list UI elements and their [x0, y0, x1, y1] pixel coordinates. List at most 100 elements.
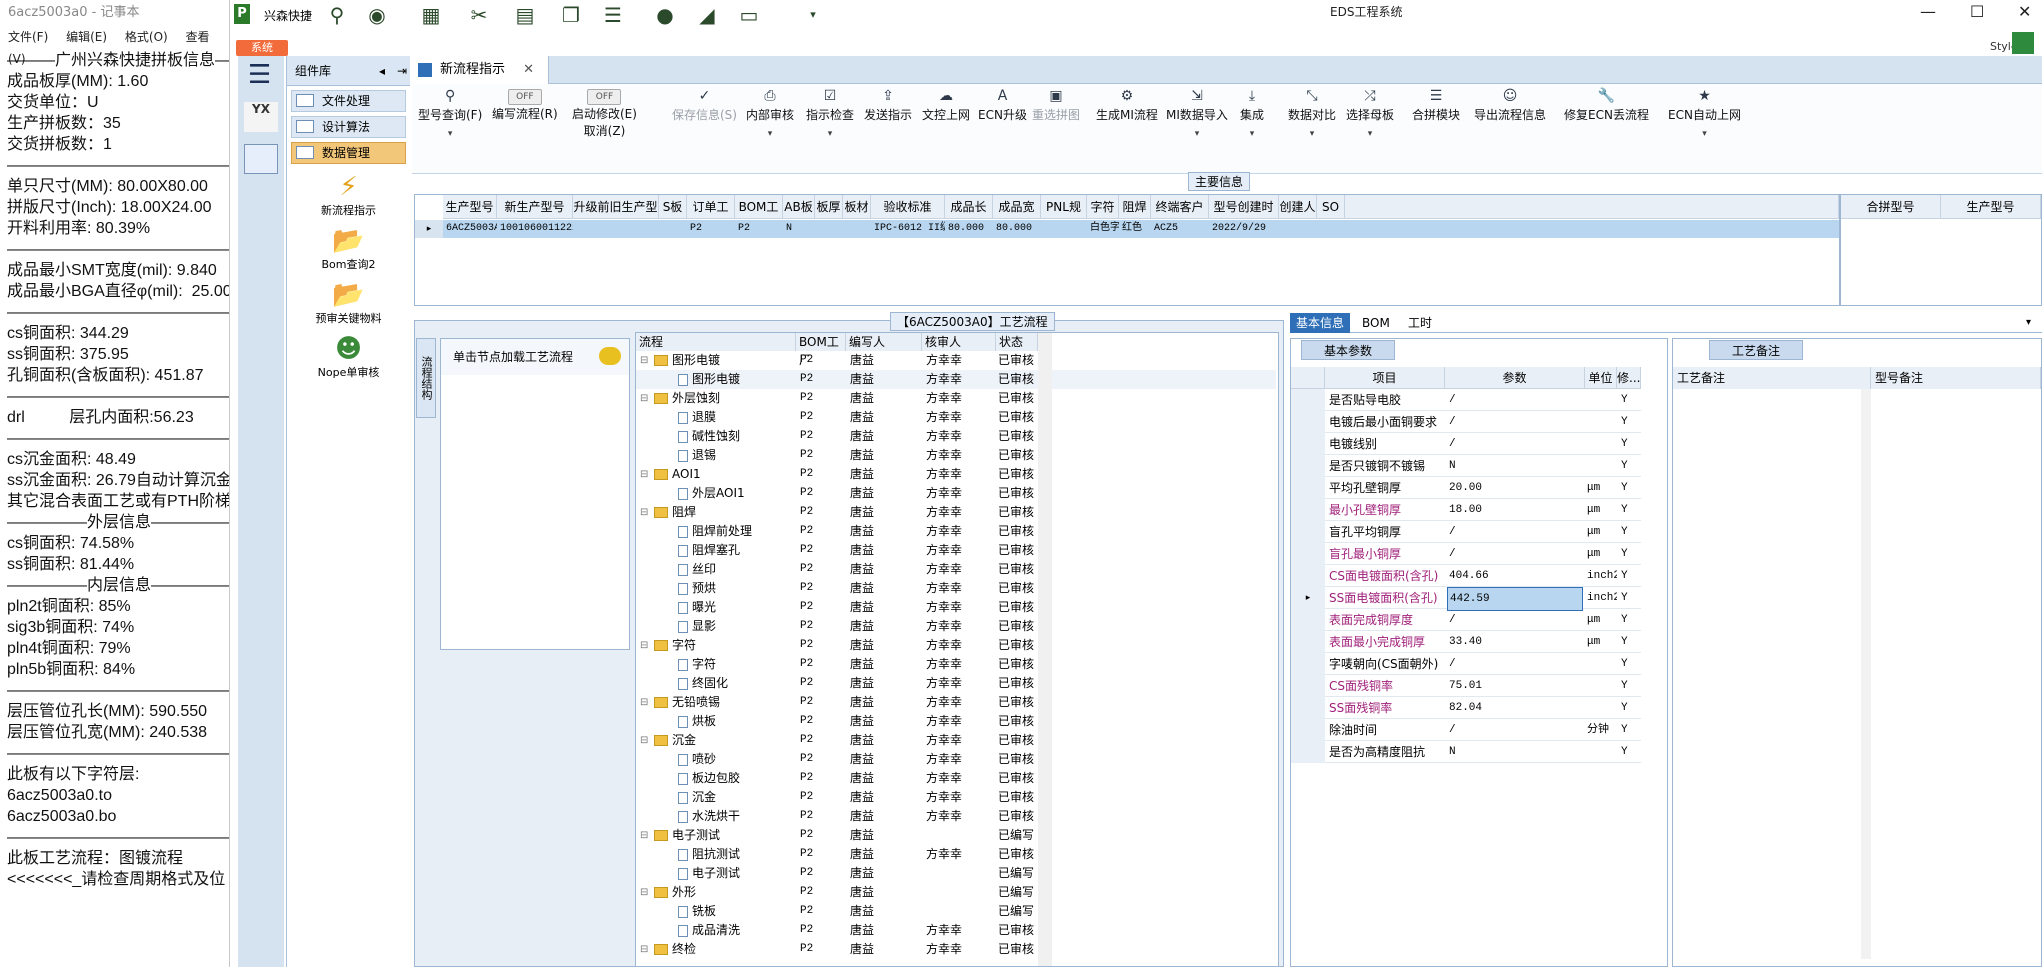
tree-folder-row[interactable]: AOI1 ⊟ P2 唐益 方幸幸 已审核: [636, 465, 1276, 484]
calculator-module-icon[interactable]: [244, 144, 278, 174]
main-col-header[interactable]: 验收标准: [871, 195, 945, 219]
category-file-processing[interactable]: 文件处理: [291, 90, 406, 112]
close-icon[interactable]: ✕: [2018, 2, 2031, 21]
chevron-down-icon[interactable]: ▾: [802, 5, 824, 25]
chat-bubble-icon[interactable]: [599, 347, 621, 365]
tree-node-label[interactable]: 无铅喷锡: [654, 693, 720, 712]
collapse-toggle-icon[interactable]: ⊟: [640, 465, 648, 484]
main-cell[interactable]: [1041, 220, 1087, 238]
node-hint[interactable]: 单击节点加载工艺流程: [441, 339, 629, 375]
param-col-unit[interactable]: 单位: [1585, 367, 1617, 389]
main-col-header[interactable]: PNL规格: [1041, 195, 1087, 238]
main-col-header[interactable]: BOM工厂: [735, 195, 783, 238]
internal-review-button[interactable]: ⎙ 内部审核 ▾: [746, 88, 794, 139]
tree-node-label[interactable]: 阻焊塞孔: [678, 541, 740, 560]
merge-module-button[interactable]: ☰ 合拼模块: [1412, 88, 1460, 123]
collapse-toggle-icon[interactable]: ⊟: [640, 503, 648, 522]
main-cell[interactable]: [659, 220, 687, 238]
param-row[interactable]: 字唛朝向(CS面朝外) / Y: [1291, 653, 1641, 675]
tree-item-row[interactable]: 板边包胶 P2 唐益 方幸幸 已审核: [636, 769, 1276, 788]
param-row[interactable]: 最小孔壁铜厚 18.00 μm Y: [1291, 499, 1641, 521]
tree-item-row[interactable]: 图形电镀 P2 唐益 方幸幸 已审核: [636, 370, 1276, 389]
grid-app-icon[interactable]: [2012, 32, 2034, 54]
param-value[interactable]: /: [1447, 411, 1583, 433]
tree-item-row[interactable]: 水洗烘干 P2 唐益 方幸幸 已审核: [636, 807, 1276, 826]
param-value[interactable]: N: [1447, 455, 1583, 477]
main-col-header[interactable]: 新生产型号: [497, 195, 573, 219]
main-cell[interactable]: 10010600112227: [497, 220, 573, 238]
main-col-header[interactable]: 阻焊: [1119, 195, 1151, 219]
param-value[interactable]: /: [1447, 543, 1583, 565]
tree-node-label[interactable]: 沉金: [654, 731, 696, 750]
tree-item-row[interactable]: 阻抗测试 P2 唐益 方幸幸 已审核: [636, 845, 1276, 864]
tree-col-status[interactable]: 状态: [996, 333, 1038, 351]
main-cell[interactable]: 80.000: [945, 220, 993, 238]
param-col-value[interactable]: 参数: [1445, 367, 1585, 389]
main-cell[interactable]: ACZ5: [1151, 220, 1209, 238]
film-icon[interactable]: ▤: [514, 5, 536, 25]
main-cell[interactable]: IPC-6012 II级: [871, 220, 945, 238]
generate-mi-flow-button[interactable]: ⚙ 生成MI流程: [1096, 88, 1158, 123]
tree-node-label[interactable]: 外形: [654, 883, 696, 902]
vtab-flow-structure[interactable]: 流程结构: [416, 338, 436, 418]
tree-node-label[interactable]: 阻焊前处理: [678, 522, 752, 541]
model-query-button[interactable]: ⚲ 型号查询(F) ▾: [418, 88, 482, 139]
tree-node-label[interactable]: 外层蚀刻: [654, 389, 720, 408]
main-cell[interactable]: 2022/9/29: [1209, 220, 1279, 238]
param-row[interactable]: 除油时间 / 分钟 Y: [1291, 719, 1641, 741]
tab-new-flow-instruction[interactable]: 新流程指示 ✕: [412, 56, 550, 84]
tree-node-label[interactable]: 终检: [654, 940, 696, 959]
tree-node-label[interactable]: 烘板: [678, 712, 716, 731]
system-button[interactable]: 系统: [236, 40, 288, 56]
main-cell[interactable]: 白色字符: [1087, 220, 1119, 238]
collapse-toggle-icon[interactable]: ⊟: [640, 351, 648, 370]
item-pre-review-material[interactable]: 📂 预审关键物料: [287, 280, 410, 326]
menu-icon[interactable]: ☰: [248, 60, 271, 90]
tree-node-label[interactable]: 曝光: [678, 598, 716, 617]
monitor-icon[interactable]: ▭: [738, 5, 760, 25]
tree-item-row[interactable]: 曝光 P2 唐益 方幸幸 已审核: [636, 598, 1276, 617]
tree-folder-row[interactable]: 外形 ⊟ P2 唐益 已编写: [636, 883, 1276, 902]
param-row[interactable]: 是否贴导电胶 / Y: [1291, 389, 1641, 411]
notepad-text-area[interactable]: ———广州兴森快捷拼板信息— 成品板厚(MM): 1.60 交货单位：U 生产拼板数：…: [0, 48, 229, 890]
tree-node-label[interactable]: 阻焊: [654, 503, 696, 522]
tree-folder-row[interactable]: 字符 ⊟ P2 唐益 方幸幸 已审核: [636, 636, 1276, 655]
tree-col-flow[interactable]: 流程: [636, 333, 796, 351]
tree-item-row[interactable]: 铣板 P2 唐益 已编写: [636, 902, 1276, 921]
tree-folder-row[interactable]: 沉金 ⊟ P2 唐益 方幸幸 已审核: [636, 731, 1276, 750]
tree-node-label[interactable]: 终固化: [678, 674, 728, 693]
tree-node-label[interactable]: 字符: [654, 636, 696, 655]
tree-folder-row[interactable]: 图形电镀 ⊟ P2 唐益 方幸幸 已审核: [636, 351, 1276, 370]
tree-node-label[interactable]: 电子测试: [654, 826, 720, 845]
main-cell[interactable]: [1279, 220, 1317, 238]
tree-folder-row[interactable]: 阻焊 ⊟ P2 唐益 方幸幸 已审核: [636, 503, 1276, 522]
ecn-auto-online-button[interactable]: ★ ECN自动上网 ▾: [1668, 88, 1741, 139]
param-value[interactable]: /: [1447, 719, 1583, 741]
main-col-header[interactable]: 订单工厂: [687, 195, 735, 238]
param-row[interactable]: ▸ SS面电镀面积(含孔) 442.59 inch2 Y: [1291, 587, 1641, 611]
param-value[interactable]: /: [1447, 521, 1583, 543]
tree-item-row[interactable]: 沉金 P2 唐益 方幸幸 已审核: [636, 788, 1276, 807]
main-col-header[interactable]: SO: [1317, 195, 1345, 219]
merge-col-production[interactable]: 生产型号: [1941, 195, 2041, 219]
param-value[interactable]: 404.66: [1447, 565, 1583, 587]
fix-ecn-flow-button[interactable]: 🔧 修复ECN丢流程: [1564, 88, 1649, 123]
main-cell[interactable]: [843, 220, 871, 238]
tree-node-label[interactable]: 成品清洗: [678, 921, 740, 940]
menu-file[interactable]: 文件(F): [8, 30, 48, 44]
main-col-header[interactable]: 生产型号: [443, 195, 497, 219]
tree-item-row[interactable]: 喷砂 P2 唐益 方幸幸 已审核: [636, 750, 1276, 769]
write-flow-toggle[interactable]: OFF 编写流程(R): [492, 88, 558, 122]
main-col-header[interactable]: AB板: [783, 195, 815, 219]
tree-node-label[interactable]: 丝印: [678, 560, 716, 579]
user-circle-icon[interactable]: ◉: [366, 5, 388, 25]
category-data-management[interactable]: 数据管理: [291, 142, 406, 164]
param-value[interactable]: /: [1447, 389, 1583, 411]
collapse-toggle-icon[interactable]: ⊟: [640, 693, 648, 712]
param-col-item[interactable]: 项目: [1325, 367, 1445, 389]
tree-item-row[interactable]: 阻焊塞孔 P2 唐益 方幸幸 已审核: [636, 541, 1276, 560]
tree-node-label[interactable]: 喷砂: [678, 750, 716, 769]
param-value[interactable]: 18.00: [1447, 499, 1583, 521]
tree-item-row[interactable]: 显影 P2 唐益 方幸幸 已审核: [636, 617, 1276, 636]
tree-item-row[interactable]: 碱性蚀刻 P2 唐益 方幸幸 已审核: [636, 427, 1276, 446]
